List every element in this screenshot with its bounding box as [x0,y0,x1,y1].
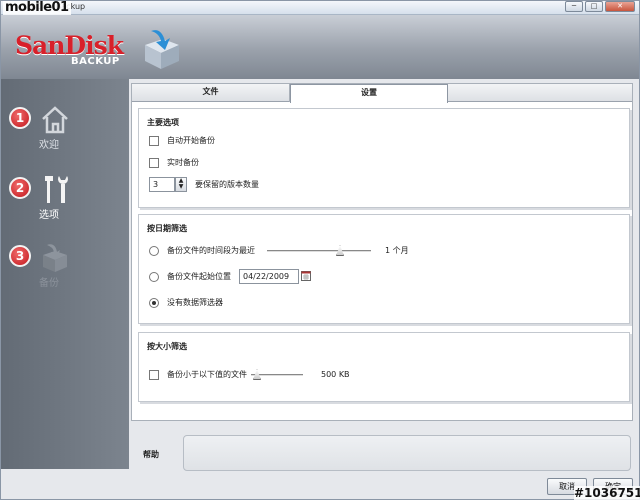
auto-backup-checkbox[interactable] [149,136,159,146]
close-button[interactable]: ✕ [605,1,635,12]
sidebar-item-label: 欢迎 [39,140,59,151]
help-label: 帮助 [143,450,159,459]
maximize-button[interactable]: □ [585,1,603,12]
size-limit-option[interactable]: 备份小于以下值的文件 500 KB [149,369,449,383]
help-area: 帮助 [131,429,633,471]
sidebar-item-welcome[interactable]: 1 欢迎 [9,103,119,155]
help-text-box [183,435,631,471]
calendar-icon[interactable] [301,271,311,281]
recent-period-value: 1 个月 [385,246,409,255]
recent-period-label: 备份文件的时间段为最近 [167,246,255,255]
no-filter-option[interactable]: 没有数据筛选器 [149,297,349,311]
watermark-id: #1036751 [574,486,640,500]
versions-input[interactable]: 3 [149,177,175,192]
app-window: SanDisk Backup ─ □ ✕ mobile01 SanDisk BA… [0,0,640,500]
realtime-backup-label: 实时备份 [167,158,199,167]
recent-period-slider[interactable] [267,245,371,257]
size-limit-value: 500 KB [321,370,350,379]
versions-label: 要保留的版本数量 [195,180,259,189]
step-number-badge: 2 [9,177,31,199]
sidebar: 1 欢迎 2 选项 3 备份 [1,79,129,469]
no-filter-radio[interactable] [149,298,159,308]
versions-stepper[interactable]: ▲ ▼ [175,177,187,192]
start-date-radio[interactable] [149,272,159,282]
main-options-section: 主要选项 自动开始备份 实时备份 3 ▲ ▼ 要保留的版本数量 [138,108,630,208]
size-limit-label: 备份小于以下值的文件 [167,370,247,379]
no-filter-label: 没有数据筛选器 [167,298,223,307]
tab-settings[interactable]: 设置 [290,84,448,103]
section-title: 主要选项 [147,118,179,127]
section-title: 按日期筛选 [147,224,187,233]
realtime-backup-checkbox[interactable] [149,158,159,168]
recent-period-radio[interactable] [149,246,159,256]
tab-files[interactable]: 文件 [132,84,290,102]
sidebar-item-backup[interactable]: 3 备份 [9,241,119,293]
app-header: SanDisk BACKUP [1,15,639,79]
step-number-badge: 3 [9,245,31,267]
start-date-label: 备份文件起始位置 [167,272,231,281]
auto-backup-label: 自动开始备份 [167,136,215,145]
backup-box-logo-icon [145,30,179,69]
backup-box-icon [43,244,67,272]
step-number-badge: 1 [9,107,31,129]
size-filter-section: 按大小筛选 备份小于以下值的文件 500 KB [138,332,630,402]
versions-option: 3 ▲ ▼ 要保留的版本数量 [149,177,349,193]
home-icon [42,106,68,134]
sidebar-item-label: 选项 [39,210,59,221]
sidebar-item-label: 备份 [39,278,59,289]
start-date-option[interactable]: 备份文件起始位置 04/22/2009 [149,269,449,289]
size-limit-slider[interactable] [251,369,303,381]
tab-bar: 文件 设置 [132,84,632,103]
date-filter-section: 按日期筛选 备份文件的时间段为最近 1 个月 备份文件起始位置 04/22/20… [138,214,630,324]
start-date-input[interactable]: 04/22/2009 [239,269,299,284]
size-limit-checkbox[interactable] [149,370,159,380]
settings-panel: 文件 设置 主要选项 自动开始备份 实时备份 3 ▲ ▼ 要保留的版本数量 按日期… [131,83,633,421]
recent-period-option[interactable]: 备份文件的时间段为最近 1 个月 [149,245,619,259]
sidebar-item-options[interactable]: 2 选项 [9,173,119,225]
tools-icon [45,176,68,203]
watermark-logo: mobile01 [3,0,71,15]
title-bar: SanDisk Backup ─ □ ✕ [1,1,639,15]
product-name: BACKUP [71,56,120,67]
minimize-button[interactable]: ─ [565,1,583,12]
section-title: 按大小筛选 [147,342,187,351]
